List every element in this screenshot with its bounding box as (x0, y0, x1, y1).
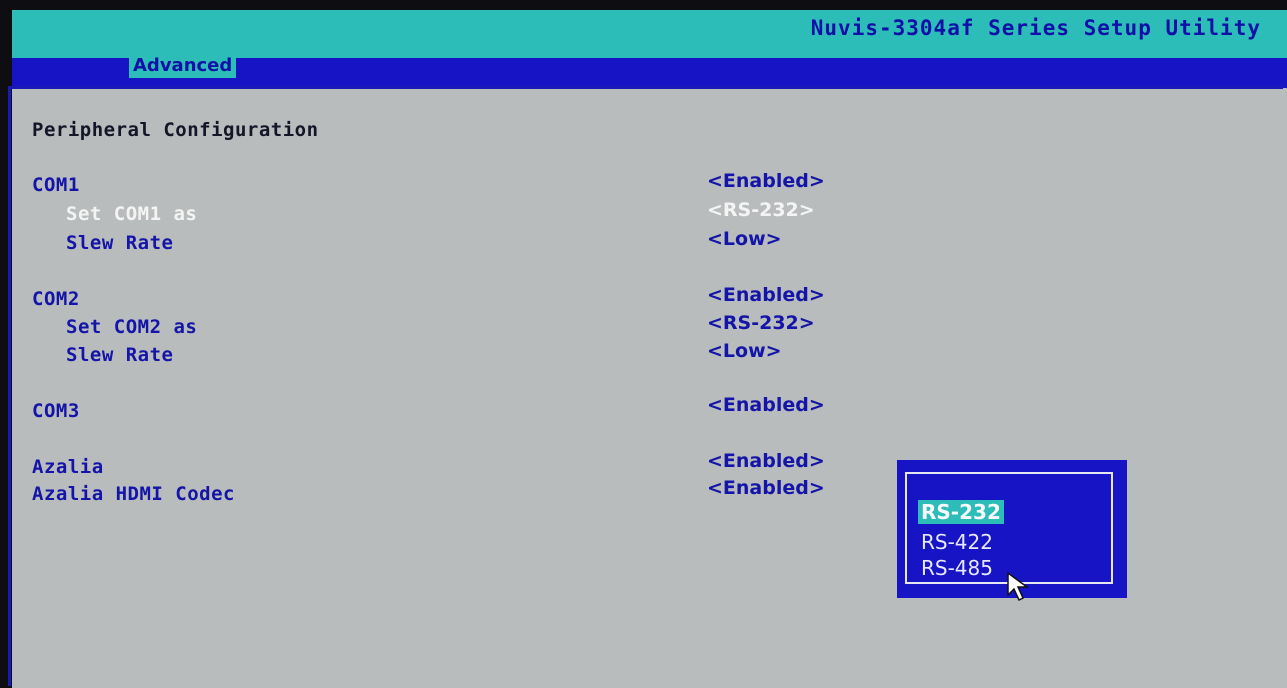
azalia-hdmi-codec-value[interactable]: <Enabled> (707, 477, 825, 499)
option-rs-232[interactable]: RS-232 (918, 500, 1004, 524)
page-title: Peripheral Configuration (32, 119, 319, 141)
com1-label[interactable]: COM1 (32, 174, 80, 196)
com2-label[interactable]: COM2 (32, 288, 80, 310)
tab-advanced[interactable]: Advanced (129, 53, 237, 78)
com1-slew-rate-label[interactable]: Slew Rate (66, 232, 173, 254)
set-com1-label[interactable]: Set COM1 as (66, 203, 197, 225)
set-com1-value[interactable]: <RS-232> (707, 199, 815, 221)
mouse-pointer-icon (1007, 571, 1030, 602)
com2-value[interactable]: <Enabled> (707, 284, 825, 306)
com2-slew-rate-label[interactable]: Slew Rate (66, 344, 173, 366)
azalia-value[interactable]: <Enabled> (707, 450, 825, 472)
azalia-label[interactable]: Azalia (32, 456, 104, 478)
azalia-hdmi-codec-label[interactable]: Azalia HDMI Codec (32, 483, 235, 505)
com1-slew-rate-value[interactable]: <Low> (707, 228, 782, 250)
window-title: Nuvis-3304af Series Setup Utility (810, 16, 1261, 40)
set-com2-label[interactable]: Set COM2 as (66, 316, 197, 338)
com3-label[interactable]: COM3 (32, 400, 80, 422)
option-rs-485[interactable]: RS-485 (918, 556, 996, 580)
com3-value[interactable]: <Enabled> (707, 394, 825, 416)
option-rs-422[interactable]: RS-422 (918, 530, 996, 554)
set-com2-value[interactable]: <RS-232> (707, 312, 815, 334)
com2-slew-rate-value[interactable]: <Low> (707, 340, 782, 362)
com1-value[interactable]: <Enabled> (707, 170, 825, 192)
